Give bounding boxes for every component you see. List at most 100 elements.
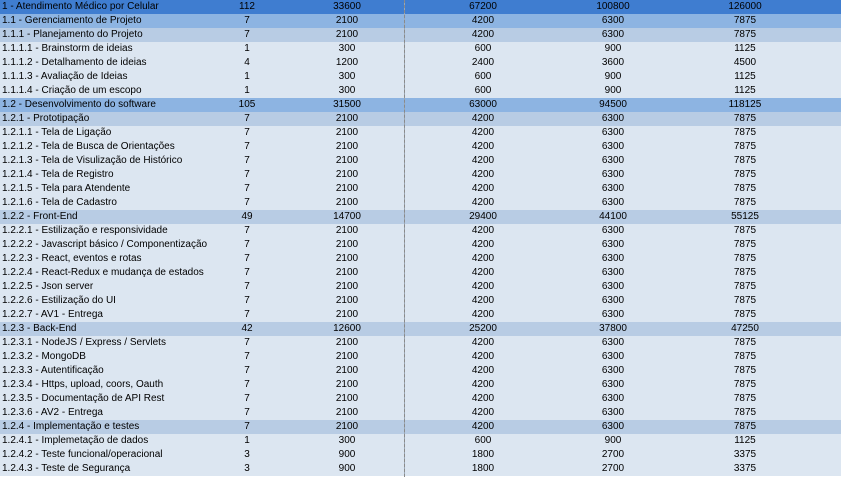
task-name-cell[interactable]: 1.2.2.7 - AV1 - Entrega: [2, 308, 103, 322]
value-cell[interactable]: 6300: [578, 336, 648, 350]
value-cell[interactable]: 4200: [448, 378, 518, 392]
table-row[interactable]: 1.1.1.2 - Detalhamento de ideias 4 1200 240…: [0, 56, 841, 70]
value-cell[interactable]: 4200: [448, 140, 518, 154]
value-cell[interactable]: 2100: [322, 112, 372, 126]
table-row[interactable]: 1.2.3.6 - AV2 - Entrega 7 2100 4200 6300 7875: [0, 406, 841, 420]
table-row[interactable]: 1.2.3.5 - Documentação de API Rest 7 2100 4…: [0, 392, 841, 406]
value-cell[interactable]: 7: [222, 364, 272, 378]
value-cell[interactable]: 2100: [322, 126, 372, 140]
value-cell[interactable]: 7: [222, 392, 272, 406]
value-cell[interactable]: 7875: [710, 126, 780, 140]
value-cell[interactable]: 6300: [578, 112, 648, 126]
value-cell[interactable]: 7: [222, 350, 272, 364]
value-cell[interactable]: 47250: [710, 322, 780, 336]
value-cell[interactable]: 7: [222, 420, 272, 434]
value-cell[interactable]: 7875: [710, 28, 780, 42]
task-name-cell[interactable]: 1.2.3.1 - NodeJS / Express / Servlets: [2, 336, 166, 350]
value-cell[interactable]: 7: [222, 140, 272, 154]
value-cell[interactable]: 126000: [710, 0, 780, 14]
value-cell[interactable]: 4200: [448, 154, 518, 168]
value-cell[interactable]: 7: [222, 406, 272, 420]
value-cell[interactable]: 900: [578, 434, 648, 448]
value-cell[interactable]: 2700: [578, 462, 648, 476]
value-cell[interactable]: 6300: [578, 126, 648, 140]
value-cell[interactable]: 6300: [578, 168, 648, 182]
table-row[interactable]: 1.2.2.1 - Estilização e responsividade 7 2…: [0, 224, 841, 238]
value-cell[interactable]: 6300: [578, 350, 648, 364]
value-cell[interactable]: 300: [322, 42, 372, 56]
value-cell[interactable]: 4200: [448, 280, 518, 294]
value-cell[interactable]: 2100: [322, 294, 372, 308]
value-cell[interactable]: 42: [222, 322, 272, 336]
value-cell[interactable]: 4200: [448, 28, 518, 42]
task-name-cell[interactable]: 1.2.4.3 - Teste de Segurança: [2, 462, 130, 476]
value-cell[interactable]: 3375: [710, 462, 780, 476]
task-name-cell[interactable]: 1.2.2.6 - Estilização do UI: [2, 294, 116, 308]
table-row[interactable]: 1.2.4.2 - Teste funcional/operacional 3 90…: [0, 448, 841, 462]
value-cell[interactable]: 7875: [710, 154, 780, 168]
table-row[interactable]: 1.2.1.3 - Tela de Visulização de Históri…: [0, 154, 841, 168]
value-cell[interactable]: 14700: [322, 210, 372, 224]
value-cell[interactable]: 6300: [578, 406, 648, 420]
value-cell[interactable]: 4500: [710, 56, 780, 70]
table-row[interactable]: 1.2.1.4 - Tela de Registro 7 2100 4200 6300 7…: [0, 168, 841, 182]
value-cell[interactable]: 4200: [448, 196, 518, 210]
value-cell[interactable]: 2100: [322, 364, 372, 378]
table-row[interactable]: 1.2.2.7 - AV1 - Entrega 7 2100 4200 6300 7875: [0, 308, 841, 322]
value-cell[interactable]: 900: [578, 70, 648, 84]
task-name-cell[interactable]: 1.2.2.5 - Json server: [2, 280, 93, 294]
value-cell[interactable]: 63000: [448, 98, 518, 112]
value-cell[interactable]: 4200: [448, 406, 518, 420]
value-cell[interactable]: 7: [222, 168, 272, 182]
value-cell[interactable]: 7875: [710, 266, 780, 280]
value-cell[interactable]: 3: [222, 462, 272, 476]
table-row[interactable]: 1.2.3 - Back-End 42 12600 25200 37800 47250: [0, 322, 841, 336]
value-cell[interactable]: 44100: [578, 210, 648, 224]
table-row[interactable]: 1.2.3.3 - Autentificação 7 2100 4200 6300 787…: [0, 364, 841, 378]
task-name-cell[interactable]: 1 - Atendimento Médico por Celular: [2, 0, 159, 14]
value-cell[interactable]: 1: [222, 42, 272, 56]
value-cell[interactable]: 7875: [710, 14, 780, 28]
table-row[interactable]: 1.1.1.4 - Criação de um escopo 1 300 600 900…: [0, 84, 841, 98]
value-cell[interactable]: 7875: [710, 294, 780, 308]
value-cell[interactable]: 900: [322, 448, 372, 462]
value-cell[interactable]: 900: [578, 42, 648, 56]
value-cell[interactable]: 300: [322, 434, 372, 448]
value-cell[interactable]: 6300: [578, 196, 648, 210]
table-row[interactable]: 1.2.2 - Front-End 49 14700 29400 44100 55125: [0, 210, 841, 224]
value-cell[interactable]: 1125: [710, 70, 780, 84]
task-name-cell[interactable]: 1.1 - Gerenciamento de Projeto: [2, 14, 142, 28]
value-cell[interactable]: 2100: [322, 280, 372, 294]
table-row[interactable]: 1.2.1.2 - Tela de Busca de Orientações 7 2…: [0, 140, 841, 154]
value-cell[interactable]: 4200: [448, 126, 518, 140]
value-cell[interactable]: 600: [448, 84, 518, 98]
value-cell[interactable]: 2100: [322, 140, 372, 154]
value-cell[interactable]: 7: [222, 308, 272, 322]
value-cell[interactable]: 4200: [448, 266, 518, 280]
value-cell[interactable]: 7: [222, 238, 272, 252]
value-cell[interactable]: 6300: [578, 28, 648, 42]
value-cell[interactable]: 2100: [322, 196, 372, 210]
value-cell[interactable]: 2100: [322, 420, 372, 434]
value-cell[interactable]: 6300: [578, 140, 648, 154]
value-cell[interactable]: 7875: [710, 378, 780, 392]
table-row[interactable]: 1.1.1 - Planejamento do Projeto 7 2100 4200…: [0, 28, 841, 42]
value-cell[interactable]: 7: [222, 28, 272, 42]
value-cell[interactable]: 2100: [322, 252, 372, 266]
value-cell[interactable]: 2100: [322, 154, 372, 168]
task-name-cell[interactable]: 1.2.1.3 - Tela de Visulização de Históri…: [2, 154, 182, 168]
value-cell[interactable]: 4200: [448, 308, 518, 322]
task-name-cell[interactable]: 1.2.1 - Prototipação: [2, 112, 89, 126]
table-row[interactable]: 1.2.1.5 - Tela para Atendente 7 2100 4200 63…: [0, 182, 841, 196]
value-cell[interactable]: 2100: [322, 238, 372, 252]
task-name-cell[interactable]: 1.2.4.2 - Teste funcional/operacional: [2, 448, 162, 462]
value-cell[interactable]: 2100: [322, 378, 372, 392]
task-name-cell[interactable]: 1.2.3.3 - Autentificação: [2, 364, 104, 378]
value-cell[interactable]: 7875: [710, 224, 780, 238]
value-cell[interactable]: 6300: [578, 392, 648, 406]
value-cell[interactable]: 29400: [448, 210, 518, 224]
value-cell[interactable]: 7: [222, 280, 272, 294]
value-cell[interactable]: 6300: [578, 364, 648, 378]
value-cell[interactable]: 2100: [322, 182, 372, 196]
value-cell[interactable]: 7: [222, 252, 272, 266]
